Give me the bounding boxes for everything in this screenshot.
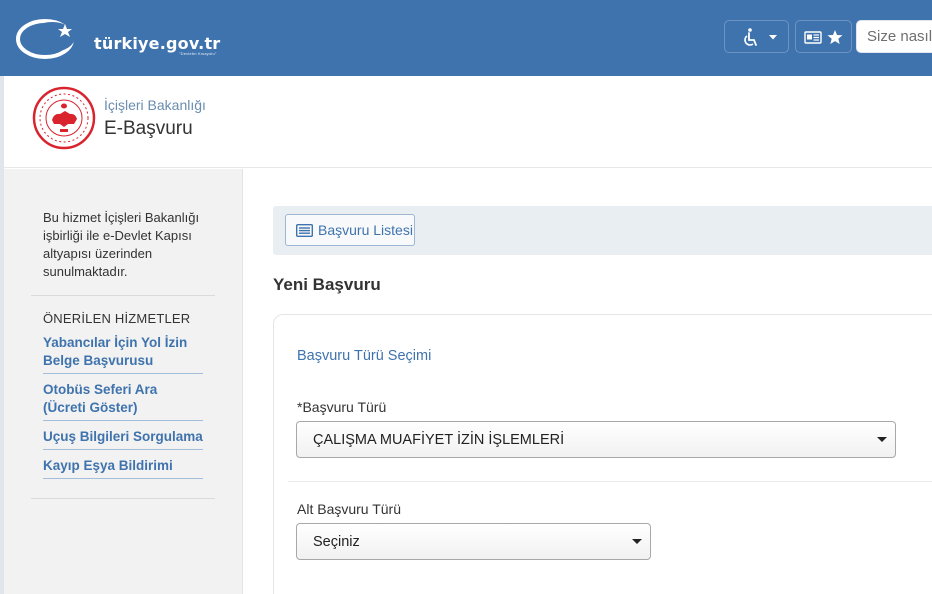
wheelchair-icon [744,28,777,46]
application-form-panel: Başvuru Türü Seçimi *Başvuru Türü ÇALIŞM… [273,314,932,594]
ministry-name: İçişleri Bakanlığı [104,97,206,113]
application-list-label: Başvuru Listesi [318,222,413,238]
top-navbar: türkiye.gov.tr "Devletin Kısayolu" [0,0,932,76]
sidebar-link-flight-info[interactable]: Uçuş Bilgileri Sorgulama [43,428,203,450]
logo-crescent-icon [16,19,75,59]
application-type-select[interactable]: ÇALIŞMA MUAFİYET İZİN İŞLEMLERİ [296,421,896,458]
search-input[interactable] [857,21,932,52]
left-sidebar: Bu hizmet İçişleri Bakanlığı işbirliği i… [4,169,243,594]
application-list-button[interactable]: Başvuru Listesi [285,214,415,246]
chevron-down-icon [769,35,777,40]
action-toolbar: Başvuru Listesi [273,206,932,255]
sub-type-value: Seçiniz [313,533,360,550]
turkiye-gov-logo[interactable]: türkiye.gov.tr "Devletin Kısayolu" [14,10,224,64]
application-type-label: *Başvuru Türü [297,399,387,415]
sidebar-link-travel-permit[interactable]: Yabancılar İçin Yol İzin Belge Başvurusu [43,334,203,374]
recommended-services-title: ÖNERİLEN HİZMETLER [43,311,191,326]
institution-header: İçişleri Bakanlığı E-Başvuru [4,76,932,168]
id-card-icon [804,31,822,44]
star-icon [827,30,843,44]
sidebar-link-bus-search[interactable]: Otobüs Seferi Ara (Ücreti Göster) [43,381,203,421]
ministry-seal-icon [32,86,96,150]
accessibility-button[interactable] [724,20,789,53]
sub-type-select[interactable]: Seçiniz [296,523,651,560]
list-icon [296,223,313,237]
caret-down-icon [632,539,642,544]
sub-type-label: Alt Başvuru Türü [297,501,402,517]
favorites-button[interactable] [795,20,852,53]
form-divider [288,481,932,482]
page-title: Yeni Başvuru [273,275,381,294]
section-title: Başvuru Türü Seçimi [297,348,432,364]
caret-down-icon [877,437,887,442]
service-description: Bu hizmet İçişleri Bakanlığı işbirliği i… [43,210,200,279]
sidebar-divider [31,498,215,499]
application-type-value: ÇALIŞMA MUAFİYET İZİN İŞLEMLERİ [313,431,565,448]
search-box[interactable] [856,20,932,53]
service-name: E-Başvuru [104,118,193,139]
sidebar-link-lost-items[interactable]: Kayıp Eşya Bildirimi [43,457,203,479]
logo-slogan: "Devletin Kısayolu" [179,51,217,56]
sidebar-divider [31,295,215,296]
